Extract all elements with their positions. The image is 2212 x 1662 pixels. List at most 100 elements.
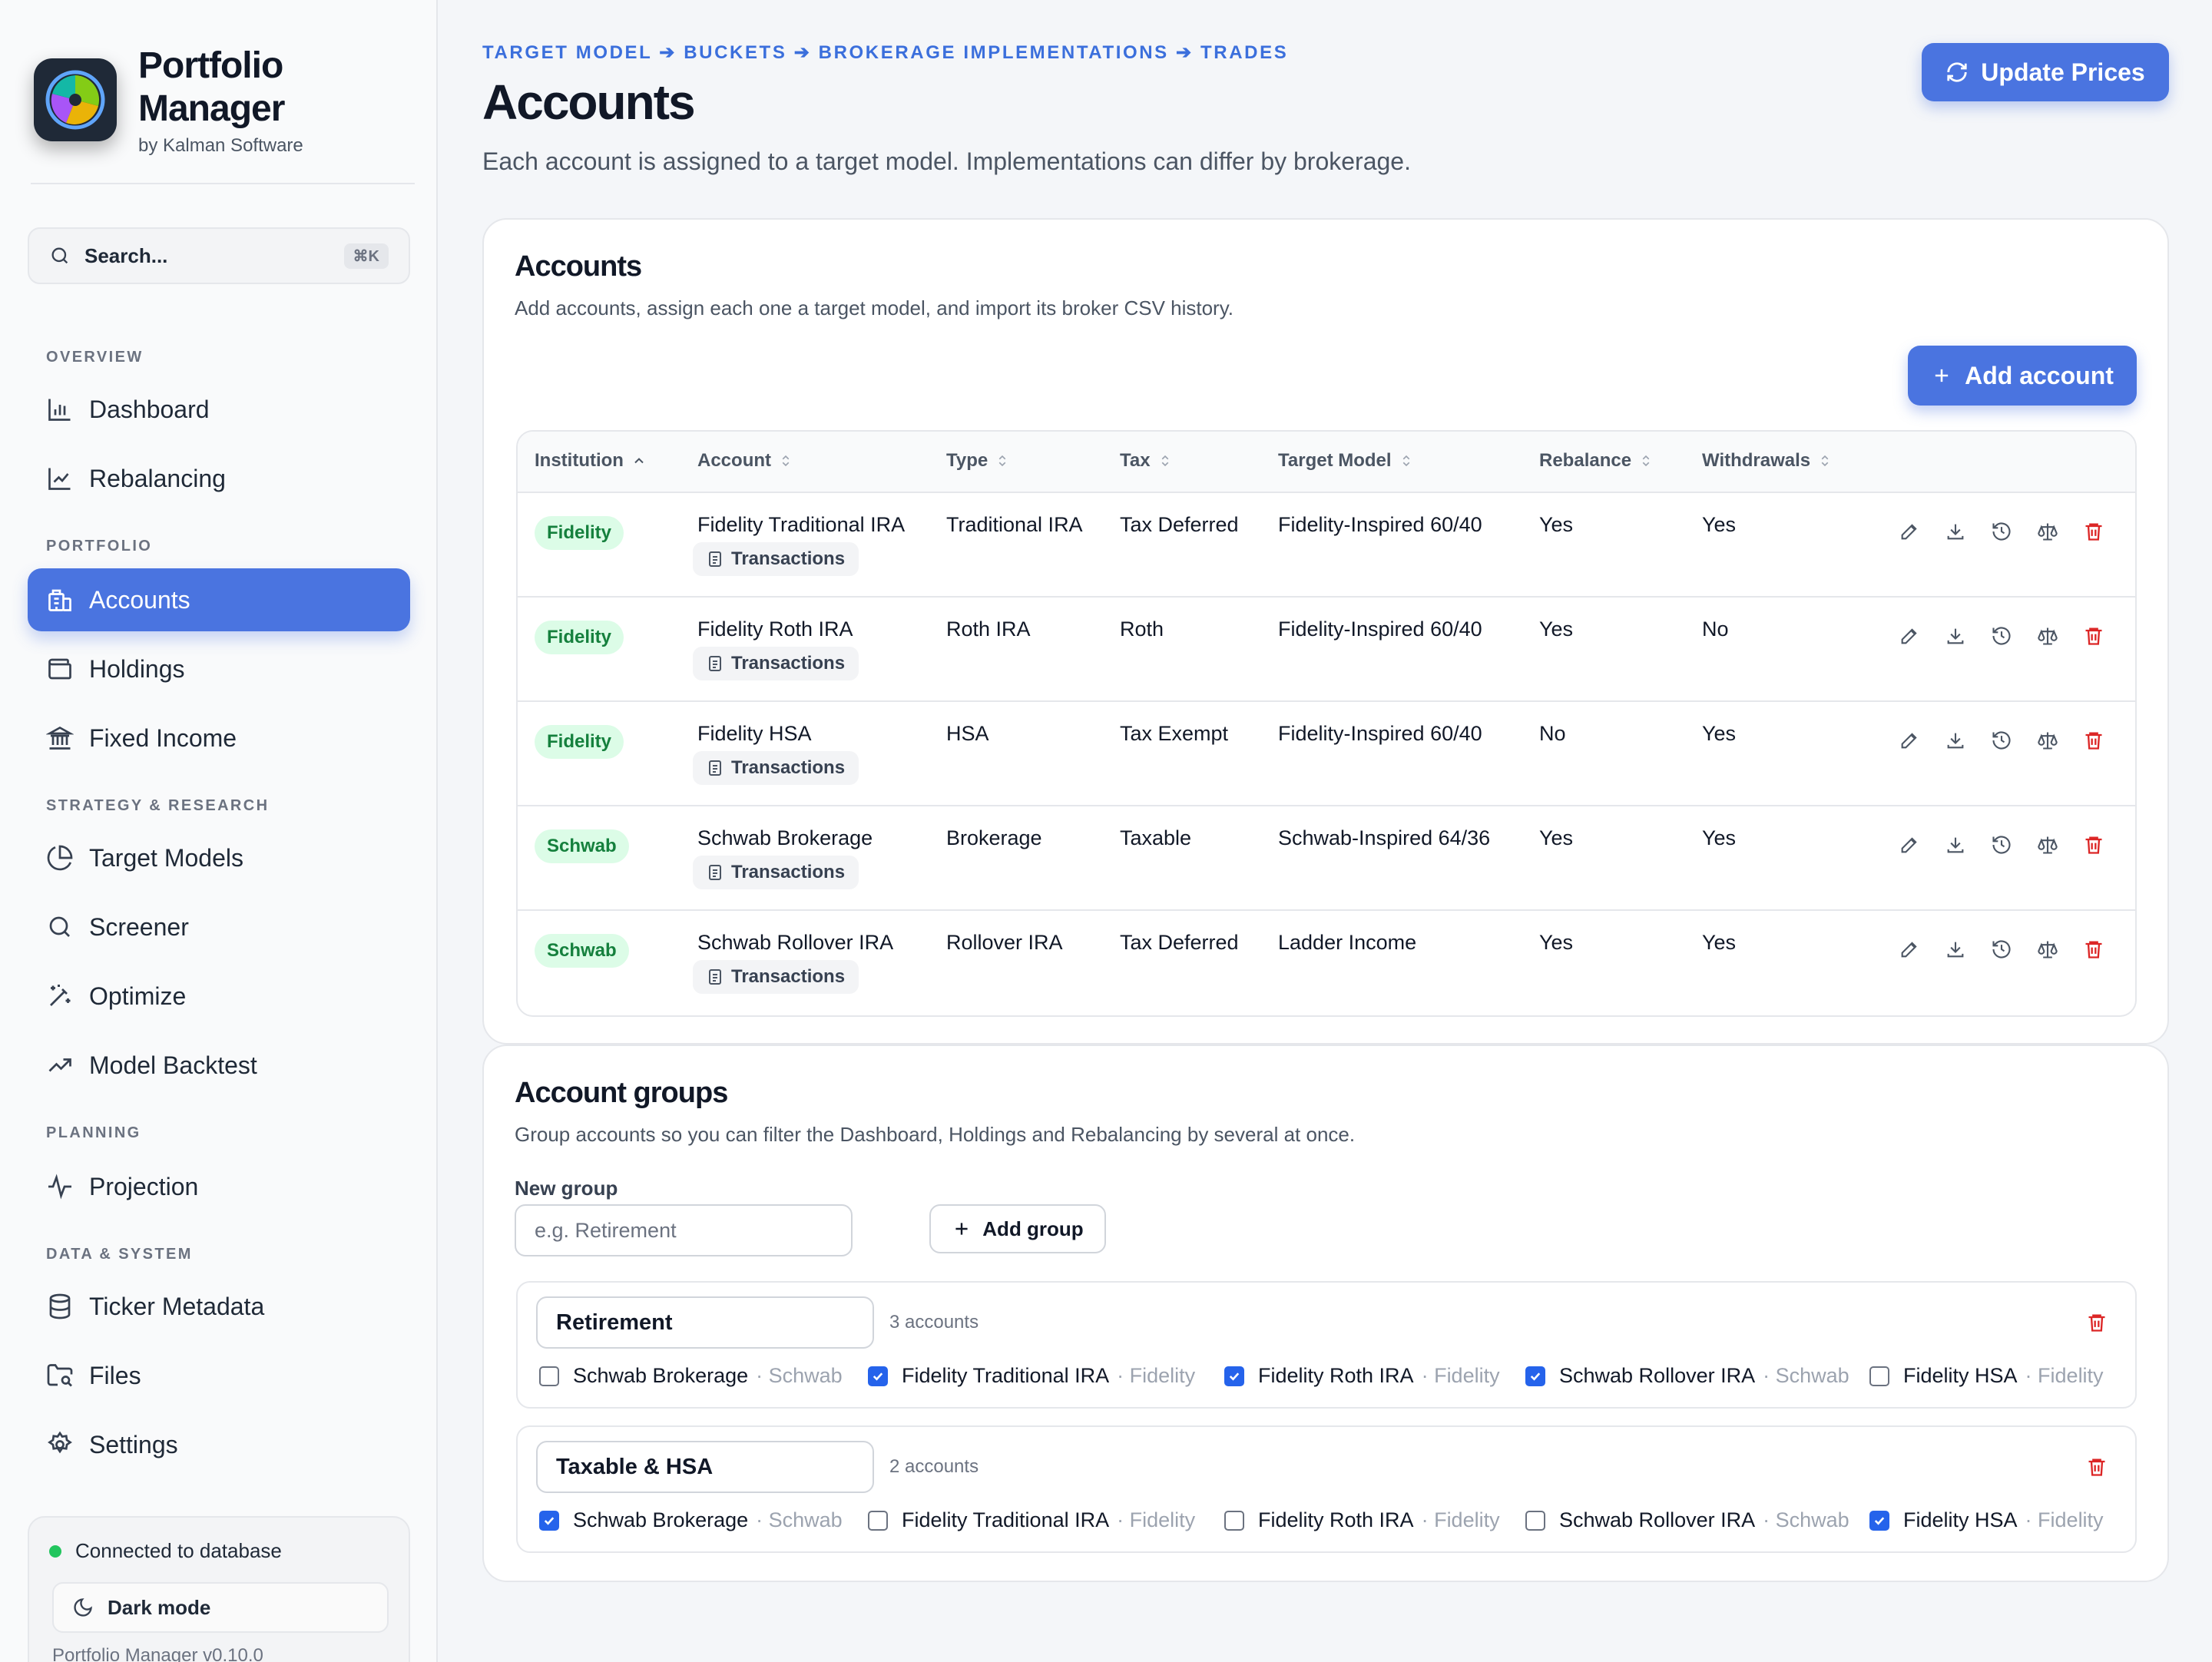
group-member-checkbox[interactable]: Fidelity HSA · Fidelity [1869,1364,2104,1388]
member-account: Fidelity HSA [1903,1364,2018,1387]
dark-mode-button[interactable]: Dark mode [52,1582,389,1633]
sidebar-item-label: Dashboard [89,395,210,423]
group-member-checkbox[interactable]: Fidelity Roth IRA · Fidelity [1224,1508,1500,1532]
checkbox-checked-icon[interactable] [1224,1366,1244,1386]
group-member-checkbox[interactable]: Fidelity Roth IRA · Fidelity [1224,1364,1500,1388]
group-member-checkbox[interactable]: Schwab Rollover IRA · Schwab [1525,1508,1849,1532]
sidebar-item-label: Rebalancing [89,464,226,492]
checkbox-checked-icon[interactable] [539,1510,559,1531]
table-row: Schwab Schwab Rollover IRA Rollover IRA Tax… [518,911,2135,1015]
trash-icon[interactable] [2083,939,2104,960]
row-actions [1899,730,2104,751]
checkbox-checked-icon[interactable] [1869,1510,1889,1531]
trash-icon[interactable] [2086,1312,2108,1333]
add-account-button[interactable]: Add account [1908,346,2137,406]
group-member-checkbox[interactable]: Schwab Brokerage · Schwab [539,1364,843,1388]
search-input[interactable]: Search... ⌘K [28,227,410,284]
group-name-input[interactable]: Taxable & HSA [536,1441,874,1493]
checkbox-unchecked-icon[interactable] [1869,1366,1889,1386]
column-header-rebalance[interactable]: Rebalance [1539,450,1653,472]
sidebar-item-dashboard[interactable]: Dashboard [28,378,410,441]
column-header-type[interactable]: Type [946,450,1009,472]
group-member-checkbox[interactable]: Schwab Brokerage · Schwab [539,1508,843,1532]
brand: Portfolio Manager by Kalman Software [31,43,415,184]
edit-icon[interactable] [1899,730,1920,751]
sidebar-item-label: Optimize [89,982,187,1010]
sidebar-item-ticker-metadata[interactable]: Ticker Metadata [28,1275,410,1338]
edit-icon[interactable] [1899,521,1920,542]
column-header-institution[interactable]: Institution [535,450,647,472]
scale-icon[interactable] [2037,939,2058,960]
add-group-button[interactable]: Add group [929,1204,1106,1253]
sidebar-item-optimize[interactable]: Optimize [28,965,410,1028]
sidebar-item-files[interactable]: Files [28,1344,410,1407]
sidebar-item-rebalancing[interactable]: Rebalancing [28,447,410,510]
row-actions [1899,625,2104,647]
group-member-checkbox[interactable]: Fidelity Traditional IRA · Fidelity [868,1364,1195,1388]
transactions-button[interactable]: Transactions [693,647,859,680]
scale-icon[interactable] [2037,625,2058,647]
history-icon[interactable] [1991,834,2012,856]
scale-icon[interactable] [2037,730,2058,751]
download-icon[interactable] [1945,521,1966,542]
transactions-button[interactable]: Transactions [693,751,859,785]
sidebar-item-projection[interactable]: Projection [28,1155,410,1218]
download-icon[interactable] [1945,834,1966,856]
trash-icon[interactable] [2086,1456,2108,1478]
trash-icon[interactable] [2083,521,2104,542]
history-icon[interactable] [1991,521,2012,542]
cell-type: HSA [946,722,989,745]
sidebar-item-model-backtest[interactable]: Model Backtest [28,1034,410,1097]
download-icon[interactable] [1945,939,1966,960]
sidebar-item-target-models[interactable]: Target Models [28,826,410,889]
download-icon[interactable] [1945,730,1966,751]
scale-icon[interactable] [2037,834,2058,856]
download-icon[interactable] [1945,625,1966,647]
history-icon[interactable] [1991,730,2012,751]
sidebar-item-label: Screener [89,912,189,941]
cell-rebalance: Yes [1539,513,1574,536]
transactions-label: Transactions [731,548,846,569]
history-icon[interactable] [1991,939,2012,960]
checkbox-checked-icon[interactable] [868,1366,888,1386]
trash-icon[interactable] [2083,625,2104,647]
checkbox-unchecked-icon[interactable] [868,1510,888,1531]
sort-icon [1402,455,1409,467]
account-group: Taxable & HSA 2 accounts Schwab Brokerag… [516,1425,2137,1553]
column-header-tax[interactable]: Tax [1120,450,1172,472]
sort-icon [1821,455,1829,467]
edit-icon[interactable] [1899,625,1920,647]
new-group-input[interactable]: e.g. Retirement [515,1204,853,1256]
group-member-checkbox[interactable]: Schwab Rollover IRA · Schwab [1525,1364,1849,1388]
transactions-button[interactable]: Transactions [693,960,859,994]
sidebar-item-screener[interactable]: Screener [28,896,410,958]
trash-icon[interactable] [2083,834,2104,856]
transactions-button[interactable]: Transactions [693,542,859,576]
transactions-button[interactable]: Transactions [693,856,859,889]
new-group-label: New group [515,1177,618,1200]
sidebar-item-settings[interactable]: Settings [28,1413,410,1476]
trash-icon[interactable] [2083,730,2104,751]
checkbox-unchecked-icon[interactable] [1224,1510,1244,1531]
status-dot-icon [49,1544,61,1558]
sidebar-item-accounts[interactable]: Accounts [28,568,410,631]
checkbox-checked-icon[interactable] [1525,1366,1545,1386]
member-institution: · Schwab [1763,1364,1849,1387]
column-header-account[interactable]: Account [697,450,793,472]
checkbox-unchecked-icon[interactable] [539,1366,559,1386]
column-header-target-model[interactable]: Target Model [1278,450,1413,472]
group-member-checkbox[interactable]: Fidelity HSA · Fidelity [1869,1508,2104,1532]
group-name-input[interactable]: Retirement [536,1296,874,1349]
sidebar-item-fixed-income[interactable]: Fixed Income [28,707,410,770]
history-icon[interactable] [1991,625,2012,647]
edit-icon[interactable] [1899,834,1920,856]
magic-wand-icon [50,985,71,1006]
cell-tax: Roth [1120,617,1164,641]
checkbox-unchecked-icon[interactable] [1525,1510,1545,1531]
sidebar-item-holdings[interactable]: Holdings [28,637,410,700]
group-member-checkbox[interactable]: Fidelity Traditional IRA · Fidelity [868,1508,1195,1532]
column-header-withdrawals[interactable]: Withdrawals [1702,450,1832,472]
edit-icon[interactable] [1899,939,1920,960]
scale-icon[interactable] [2037,521,2058,542]
update-prices-button[interactable]: Update Prices [1922,43,2169,101]
